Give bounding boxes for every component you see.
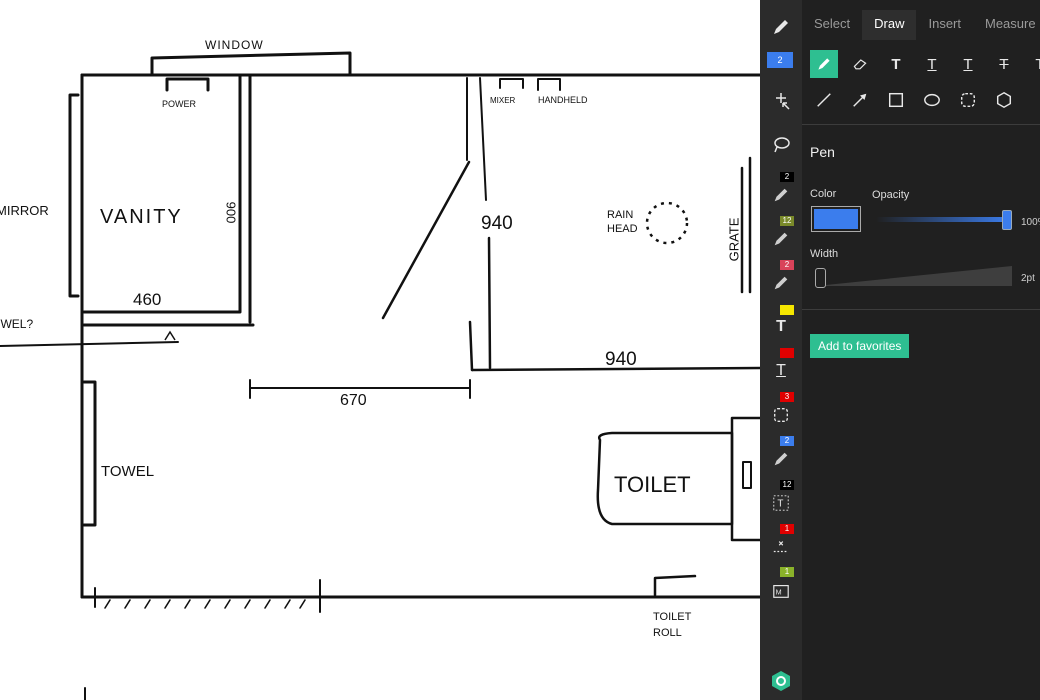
label-dim-900: 900 — [223, 201, 239, 224]
pen-icon[interactable] — [810, 50, 838, 78]
width-slider-thumb[interactable] — [815, 268, 826, 288]
label-dim-670: 670 — [340, 392, 367, 409]
rectangle-icon[interactable] — [882, 86, 910, 114]
tab-insert[interactable]: Insert — [916, 10, 973, 40]
color-swatch-red — [780, 348, 794, 358]
label-mixer: MIXER — [490, 96, 516, 105]
panel-divider — [802, 309, 1040, 310]
tab-measure[interactable]: Measure — [973, 10, 1040, 40]
draw-tools-row-2 — [810, 86, 1026, 114]
text-strike-icon[interactable]: T — [990, 50, 1018, 78]
label-towel-left: TOWEL? — [0, 317, 34, 331]
text-icon[interactable]: T — [1026, 50, 1040, 78]
label-towel: TOWEL — [101, 463, 155, 480]
hexagon-icon[interactable] — [990, 86, 1018, 114]
width-label: Width — [810, 248, 839, 260]
label-dim-940-vertical: 940 — [481, 213, 513, 234]
add-to-favorites-button[interactable]: Add to favorites — [810, 334, 910, 358]
pen-badge: 2 — [780, 436, 794, 446]
label-rain-head: RAIN HEAD — [607, 209, 638, 235]
line-icon[interactable] — [810, 86, 838, 114]
settings-hex-icon[interactable] — [762, 664, 800, 698]
draw-tools-row-1: T T T T T — [810, 50, 1040, 78]
tab-draw[interactable]: Draw — [862, 10, 917, 40]
tool-rail: 2 2 12 2 T T 3 2 T 12 1 M 1 — [760, 0, 802, 700]
measure-badge: 1 — [780, 524, 794, 534]
width-value: 2pt — [1021, 273, 1035, 284]
label-window: WINDOW — [205, 38, 264, 52]
text-underline-icon[interactable]: T — [954, 50, 982, 78]
text-icon[interactable]: T — [918, 50, 946, 78]
label-grate: GRATE — [726, 217, 742, 262]
markdown-icon[interactable]: M — [762, 574, 800, 608]
text-frame-icon[interactable]: T — [762, 486, 800, 520]
markdown-badge: 1 — [780, 567, 794, 577]
pen-badge: 2 — [780, 172, 794, 182]
pen-badge: 12 — [780, 216, 794, 226]
svg-text:T: T — [777, 499, 783, 510]
opacity-slider[interactable] — [876, 217, 1010, 222]
pen-icon[interactable] — [762, 266, 800, 300]
selected-color-badge[interactable]: 2 — [767, 52, 793, 68]
ellipse-icon[interactable] — [918, 86, 946, 114]
measure-icon[interactable] — [762, 530, 800, 564]
lasso-icon[interactable] — [762, 128, 800, 162]
pen-icon[interactable] — [762, 10, 800, 44]
panel-tabs: Select Draw Insert Measure — [802, 10, 1040, 40]
label-vanity: VANITY — [100, 206, 183, 228]
text-box-icon[interactable]: T — [762, 310, 800, 344]
label-dim-940-horizontal: 940 — [605, 349, 637, 370]
opacity-value: 100% — [1021, 217, 1040, 228]
eraser-icon[interactable] — [846, 50, 874, 78]
svg-text:M: M — [776, 588, 782, 597]
drawing-canvas[interactable]: WINDOW POWER MIXER HANDHELD MIRROR VANIT… — [0, 0, 760, 700]
section-title: Pen — [810, 144, 835, 160]
label-toilet: TOILET — [614, 472, 691, 497]
text-badge: 12 — [780, 480, 794, 490]
label-mirror: MIRROR — [0, 203, 49, 218]
label-toilet-roll: TOILET ROLL — [653, 611, 692, 639]
pen-icon[interactable] — [762, 222, 800, 256]
tab-select[interactable]: Select — [802, 10, 862, 40]
shape-select-icon[interactable] — [762, 398, 800, 432]
label-dim-460: 460 — [133, 290, 162, 309]
select-move-icon[interactable] — [762, 84, 800, 118]
text-underline-icon[interactable]: T — [762, 354, 800, 388]
floor-plan-sketch — [0, 51, 760, 700]
pen-icon[interactable] — [762, 442, 800, 476]
freeform-shape-icon[interactable] — [954, 86, 982, 114]
panel-divider — [802, 124, 1040, 125]
draw-panel: Select Draw Insert Measure T T T T T Pen… — [802, 0, 1040, 700]
opacity-slider-thumb[interactable] — [1002, 210, 1012, 230]
color-swatch[interactable] — [811, 206, 861, 232]
width-slider[interactable] — [816, 266, 1012, 288]
label-handheld: HANDHELD — [538, 95, 588, 105]
opacity-label: Opacity — [872, 189, 910, 201]
text-box-icon[interactable]: T — [882, 50, 910, 78]
pen-badge: 2 — [780, 260, 794, 270]
pen-icon[interactable] — [762, 178, 800, 212]
color-label: Color — [810, 188, 837, 200]
color-swatch-yellow — [780, 305, 794, 315]
label-power: POWER — [162, 99, 197, 109]
shape-badge: 3 — [780, 392, 794, 402]
arrow-icon[interactable] — [846, 86, 874, 114]
